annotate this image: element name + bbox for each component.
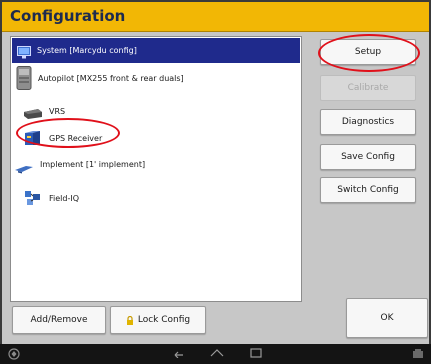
lock-config-button[interactable]: Lock Config	[110, 306, 206, 334]
monitor-icon	[17, 44, 31, 59]
tree-item-autopilot[interactable]: Autopilot [MX255 front & rear duals]	[12, 65, 300, 91]
tree-item-implement[interactable]: Implement [1' implement]	[12, 151, 300, 177]
tree-item-system[interactable]: System [Marcydu config]	[12, 38, 300, 63]
implement-icon	[14, 159, 34, 174]
dialog-body: System [Marcydu config] Autopilot [MX255…	[2, 32, 429, 344]
lock-icon	[126, 315, 134, 325]
calibrate-button[interactable]: Calibrate	[320, 75, 416, 101]
ok-button[interactable]: OK	[346, 298, 428, 338]
app-logo-icon	[8, 348, 20, 363]
window-title: Configuration	[10, 7, 126, 25]
tree-item-vrs[interactable]: VRS	[23, 98, 293, 124]
autopilot-controller-icon	[16, 66, 32, 90]
title-bar: Configuration	[2, 2, 429, 32]
tree-item-field-iq[interactable]: Field-IQ	[23, 185, 293, 211]
config-tree: System [Marcydu config] Autopilot [MX255…	[10, 36, 302, 302]
status-icon	[412, 348, 424, 363]
system-nav-bar	[0, 344, 431, 364]
lock-config-label: Lock Config	[137, 315, 191, 325]
tree-item-gps-receiver[interactable]: GPS Receiver	[23, 125, 293, 151]
vrs-receiver-icon	[23, 105, 43, 119]
back-icon[interactable]	[172, 348, 184, 361]
diagnostics-button[interactable]: Diagnostics	[320, 109, 416, 135]
gps-receiver-icon	[23, 129, 43, 147]
field-iq-icon	[23, 189, 43, 207]
home-icon[interactable]	[210, 348, 224, 361]
switch-config-button[interactable]: Switch Config	[320, 177, 416, 203]
add-remove-button[interactable]: Add/Remove	[12, 306, 106, 334]
setup-button[interactable]: Setup	[320, 39, 416, 65]
recent-apps-icon[interactable]	[250, 348, 262, 361]
configuration-window: Configuration System [Marcydu config] Au…	[0, 0, 431, 364]
save-config-button[interactable]: Save Config	[320, 144, 416, 170]
